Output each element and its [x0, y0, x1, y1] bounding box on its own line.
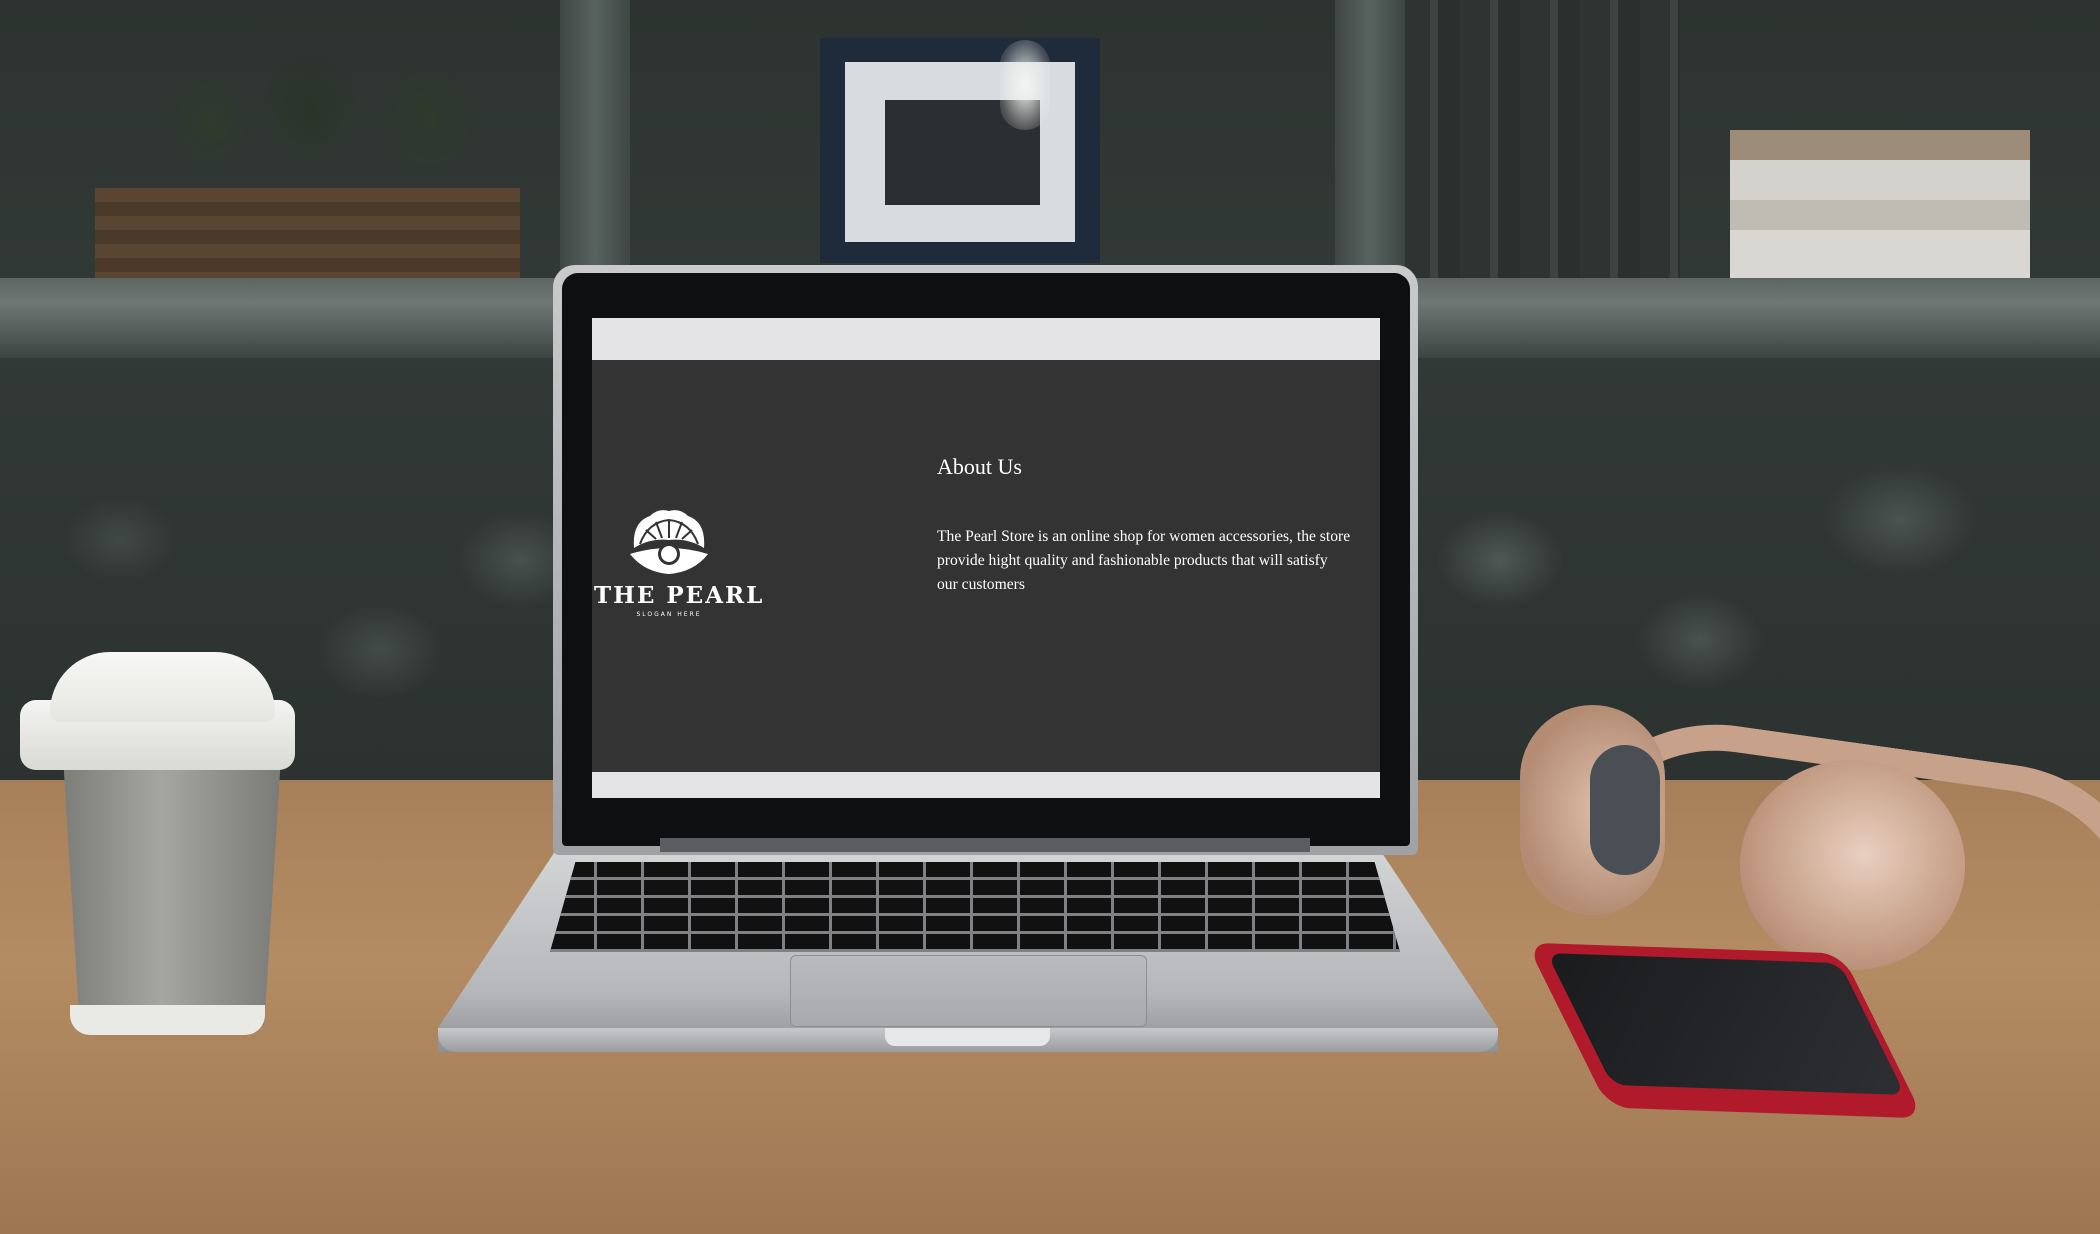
laptop-trackpad[interactable] — [790, 955, 1147, 1027]
background-books — [1400, 0, 1680, 282]
headphones-left-cushion — [1590, 745, 1660, 875]
background-book-stack — [1730, 130, 2030, 285]
about-text: The Pearl Store is an online shop for wo… — [937, 525, 1377, 597]
about-text-line: our customers — [937, 576, 1025, 593]
footer-bar — [592, 772, 1380, 798]
photo-scene: THE PEARL SLOGAN HERE About Us The Pearl… — [0, 0, 2100, 1234]
coffee-cup-lid-top — [50, 652, 275, 722]
laptop-notch — [885, 1028, 1050, 1046]
coffee-cup-base — [70, 1005, 265, 1035]
about-text-line: provide hight quality and fashionable pr… — [937, 552, 1328, 569]
header-bar — [592, 318, 1380, 360]
laptop-hinge — [660, 838, 1310, 852]
about-title: About Us — [937, 454, 1022, 479]
brand-slogan: SLOGAN HERE — [636, 611, 702, 618]
laptop-keyboard-rows — [550, 862, 1400, 952]
background-lamp — [1000, 40, 1050, 130]
pearl-shell-icon — [630, 510, 708, 574]
coffee-cup — [62, 740, 282, 1025]
brand-name: THE PEARL — [594, 582, 765, 609]
background-plant — [150, 40, 510, 190]
headphones-right-cup — [1740, 760, 1965, 970]
brand-logo[interactable]: THE PEARL SLOGAN HERE — [594, 508, 765, 623]
background-planter — [95, 188, 520, 278]
laptop-screen-webpage: THE PEARL SLOGAN HERE About Us The Pearl… — [592, 318, 1380, 798]
about-text-line: The Pearl Store is an online shop for wo… — [937, 528, 1351, 545]
